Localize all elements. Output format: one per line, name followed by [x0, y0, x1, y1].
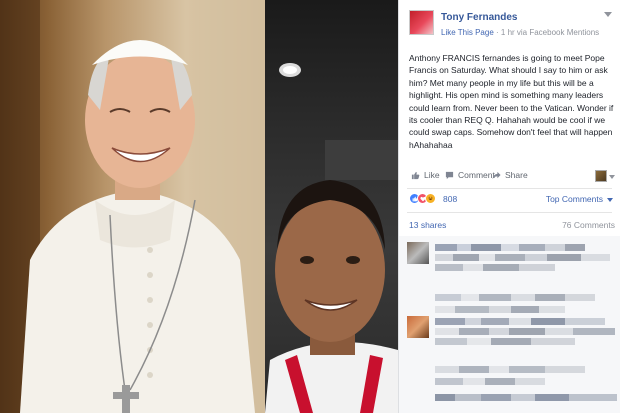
selfie-photo-illustration: [265, 63, 398, 413]
action-bar: Like Comment Share: [399, 168, 620, 186]
like-page-link[interactable]: Like This Page: [441, 28, 494, 37]
pixelated-text: [435, 318, 605, 325]
pixelated-text: [435, 328, 615, 335]
selfie-photo: [265, 0, 398, 413]
post-meta: Like This Page · 1 hr via Facebook Menti…: [441, 28, 599, 37]
haha-reaction-icon: [425, 193, 436, 204]
chevron-down-icon[interactable]: [604, 12, 612, 17]
share-label: Share: [505, 170, 528, 180]
pope-photo: [0, 0, 265, 413]
post-header: Tony Fernandes Like This Page · 1 hr via…: [399, 0, 620, 44]
like-label: Like: [424, 170, 440, 180]
reactions-row: 808 Top Comments: [399, 192, 620, 208]
reaction-count[interactable]: 808: [443, 194, 457, 204]
facebook-post: Tony Fernandes Like This Page · 1 hr via…: [398, 0, 620, 413]
divider: [407, 212, 612, 213]
comment-item: [407, 364, 617, 404]
chevron-down-icon[interactable]: [607, 198, 613, 202]
viewer-avatar[interactable]: [595, 170, 607, 182]
comment-item: [407, 242, 617, 282]
author-name[interactable]: Tony Fernandes: [441, 12, 518, 23]
share-button[interactable]: Share: [492, 170, 528, 180]
top-comments-dropdown[interactable]: Top Comments: [546, 194, 603, 204]
comment-label: Comment: [458, 170, 495, 180]
shares-count[interactable]: 13 shares: [409, 220, 446, 230]
pixelated-text: [435, 306, 565, 313]
thumbs-up-icon: [411, 171, 420, 179]
blurred-comments: [399, 236, 620, 413]
commenter-avatar[interactable]: [407, 316, 429, 338]
speech-bubble-icon: [445, 171, 454, 179]
pixelated-text: [435, 264, 555, 271]
author-avatar[interactable]: [409, 10, 434, 35]
pixelated-text: [435, 254, 610, 261]
post-timestamp[interactable]: 1 hr via Facebook Mentions: [501, 28, 599, 37]
like-button[interactable]: Like: [411, 170, 440, 180]
pixelated-text: [435, 294, 595, 301]
comment-item: [407, 316, 617, 356]
post-text: Anthony FRANCIS fernandes is going to me…: [409, 53, 614, 150]
commenter-avatar[interactable]: [407, 242, 429, 264]
pixelated-text: [435, 378, 545, 385]
comment-button[interactable]: Comment: [445, 170, 495, 180]
reaction-icons[interactable]: [409, 193, 436, 204]
pixelated-text: [435, 244, 585, 251]
pixelated-text: [435, 338, 575, 345]
pope-photo-illustration: [0, 0, 265, 413]
pixelated-text: [435, 366, 585, 373]
divider: [407, 188, 612, 189]
counts-row: 13 shares 76 Comments: [399, 218, 620, 232]
caret-down-icon[interactable]: [609, 175, 615, 179]
comments-count[interactable]: 76 Comments: [562, 220, 615, 230]
meta-separator: ·: [493, 28, 501, 37]
share-arrow-icon: [492, 171, 501, 179]
pixelated-text: [435, 394, 617, 401]
